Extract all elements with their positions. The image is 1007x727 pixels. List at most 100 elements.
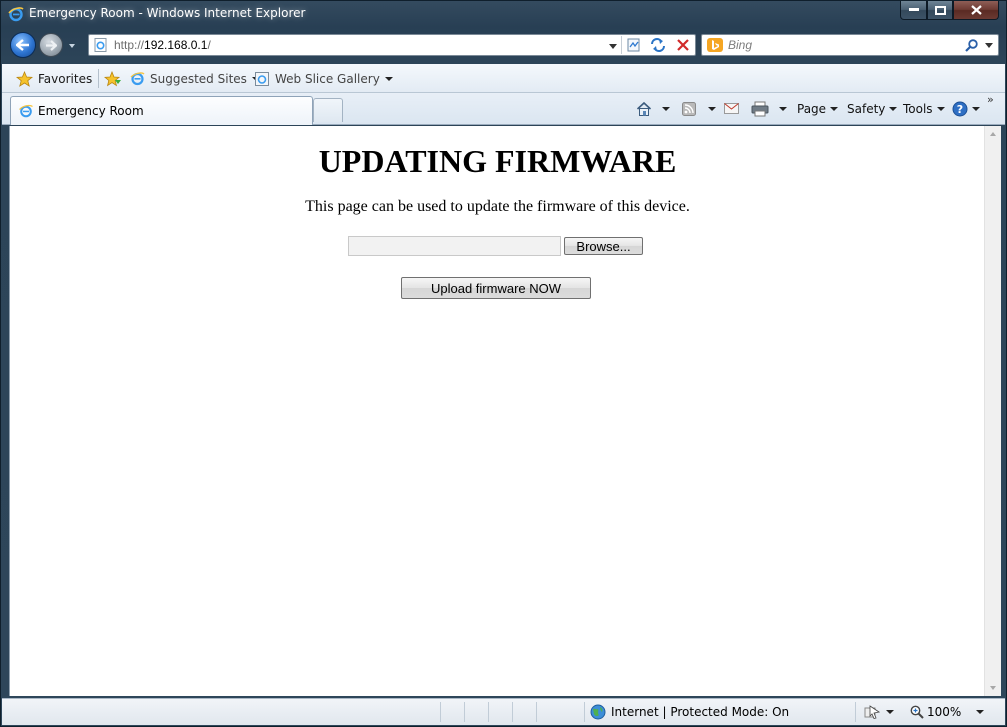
vertical-scrollbar[interactable] <box>984 126 1001 696</box>
new-tab-button[interactable] <box>313 98 343 122</box>
status-divider <box>536 702 537 722</box>
help-button[interactable]: ? <box>952 99 980 119</box>
window-title: Emergency Room - Windows Internet Explor… <box>29 6 306 20</box>
recent-pages-dropdown[interactable] <box>67 40 77 50</box>
add-to-favorites-bar-button[interactable] <box>104 69 122 88</box>
web-slice-gallery-label: Web Slice Gallery <box>275 71 380 86</box>
browse-button[interactable]: Browse... <box>564 237 643 255</box>
chevron-down-icon <box>779 107 787 111</box>
search-icon[interactable] <box>964 37 978 53</box>
stop-icon[interactable] <box>673 37 693 53</box>
page-icon <box>94 38 108 52</box>
rss-feed-icon <box>682 102 696 116</box>
favorites-separator <box>98 69 99 88</box>
page-content: UPDATING FIRMWARE This page can be used … <box>9 126 984 696</box>
url-scheme: http:// <box>114 38 145 52</box>
tab-bar: Emergency Room Page Safety Tools ? ›› <box>2 93 1005 125</box>
status-divider <box>488 702 489 722</box>
popup-blocker-button[interactable] <box>864 703 894 721</box>
chevron-down-icon <box>830 107 839 111</box>
favorites-button[interactable]: Favorites <box>16 69 92 88</box>
address-bar[interactable]: http://192.168.0.1/ <box>88 34 696 56</box>
tab-emergency-room[interactable]: Emergency Room <box>10 96 313 125</box>
close-button[interactable] <box>953 1 999 20</box>
search-options-dropdown[interactable] <box>983 37 995 53</box>
address-url[interactable]: http://192.168.0.1/ <box>114 38 211 52</box>
file-upload-field: Browse... <box>348 236 648 256</box>
print-button[interactable] <box>751 99 787 119</box>
status-divider <box>464 702 465 722</box>
safety-menu-label: Safety <box>847 102 886 116</box>
forward-button[interactable] <box>39 33 63 57</box>
file-path-input[interactable] <box>348 236 561 256</box>
mail-icon <box>724 103 739 114</box>
back-button[interactable] <box>10 32 36 58</box>
home-button[interactable] <box>636 99 670 119</box>
web-slice-gallery-button[interactable]: Web Slice Gallery <box>254 69 393 88</box>
popup-icon <box>864 705 880 719</box>
chevron-down-icon <box>886 710 894 714</box>
svg-text:?: ? <box>957 103 963 116</box>
back-arrow-icon <box>16 39 29 51</box>
web-slice-icon <box>255 71 269 86</box>
title-bar: Emergency Room - Windows Internet Explor… <box>1 1 1006 27</box>
add-favorite-star-icon <box>104 70 121 86</box>
bing-icon <box>707 38 723 52</box>
home-icon <box>636 101 652 116</box>
chevron-down-icon <box>936 107 945 111</box>
chevron-more-icon[interactable]: ›› <box>987 93 994 106</box>
upload-firmware-button[interactable]: Upload firmware NOW <box>401 277 591 299</box>
status-divider <box>584 702 585 722</box>
search-box[interactable] <box>701 34 999 56</box>
zoom-icon <box>910 705 924 719</box>
safety-menu[interactable]: Safety <box>847 99 898 119</box>
navigation-bar: http://192.168.0.1/ <box>1 29 1006 63</box>
chevron-down-icon <box>662 107 670 111</box>
address-separator <box>621 36 622 54</box>
compatibility-view-icon[interactable] <box>625 37 643 53</box>
status-divider <box>512 702 513 722</box>
search-input[interactable] <box>728 37 958 53</box>
chevron-down-icon <box>972 107 980 111</box>
globe-icon <box>590 704 606 720</box>
tab-title: Emergency Room <box>38 104 144 118</box>
help-icon: ? <box>952 101 968 117</box>
page-menu[interactable]: Page <box>797 99 839 119</box>
read-mail-button[interactable] <box>724 99 740 119</box>
scroll-up-arrow-icon[interactable] <box>985 126 1001 142</box>
favorites-bar: Favorites Suggested Sites Web Slice Gall… <box>2 64 1005 93</box>
address-dropdown-icon[interactable] <box>606 39 620 53</box>
chevron-down-icon <box>976 710 985 714</box>
ie-page-icon <box>19 104 33 118</box>
url-host: 192.168.0.1 <box>144 38 208 52</box>
page-description: This page can be used to update the firm… <box>305 198 690 215</box>
status-bar: Internet | Protected Mode: On 100% <box>2 698 1005 725</box>
tools-menu-label: Tools <box>903 102 933 116</box>
favorites-label: Favorites <box>38 71 93 86</box>
page-menu-label: Page <box>797 102 827 116</box>
page-heading: UPDATING FIRMWARE <box>318 143 677 179</box>
refresh-icon[interactable] <box>648 37 668 53</box>
printer-icon <box>751 101 769 117</box>
security-zone[interactable]: Internet | Protected Mode: On <box>590 703 789 721</box>
scroll-down-arrow-icon[interactable] <box>985 680 1001 696</box>
minimize-button[interactable] <box>900 1 927 20</box>
chevron-down-icon <box>708 107 716 111</box>
ie-logo-icon <box>8 6 24 22</box>
suggested-sites-button[interactable]: Suggested Sites <box>130 69 260 88</box>
chevron-down-icon <box>384 76 393 81</box>
forward-arrow-icon <box>46 39 57 51</box>
security-zone-label: Internet | Protected Mode: On <box>611 705 790 719</box>
zoom-level: 100% <box>927 705 962 719</box>
zoom-control[interactable]: 100% <box>910 703 985 721</box>
status-divider <box>440 702 441 722</box>
url-path: / <box>207 38 211 52</box>
status-divider <box>855 702 856 722</box>
star-icon <box>16 70 33 87</box>
feeds-button[interactable] <box>682 99 716 119</box>
maximize-button[interactable] <box>927 1 953 20</box>
suggested-sites-label: Suggested Sites <box>150 71 247 86</box>
tools-menu[interactable]: Tools <box>903 99 945 119</box>
browser-window: Emergency Room - Windows Internet Explor… <box>0 0 1007 727</box>
ie-page-icon <box>130 72 145 86</box>
